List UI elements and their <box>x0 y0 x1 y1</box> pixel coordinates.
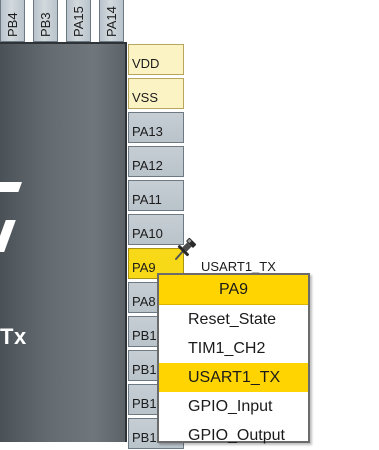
chip-logo-mark <box>0 182 22 192</box>
top-pin-label: PB3 <box>37 12 53 37</box>
pin-vdd[interactable]: VDD <box>128 44 184 75</box>
pin-pa13[interactable]: PA13 <box>128 112 184 143</box>
top-pin-label: PA15 <box>70 6 86 37</box>
pin-context-menu: PA9 Reset_State TIM1_CH2 USART1_TX GPIO_… <box>157 273 310 444</box>
top-pin-pb4[interactable]: PB4 <box>0 0 25 42</box>
pin-pa12[interactable]: PA12 <box>128 146 184 177</box>
pin-label: PA8 <box>132 294 156 309</box>
chip-name-label: Tx <box>0 324 27 349</box>
pushpin-icon[interactable] <box>172 234 200 262</box>
pin-signal-label: USART1_TX <box>201 259 276 274</box>
top-pin-label: PB4 <box>4 12 20 37</box>
menu-header: PA9 <box>159 275 308 305</box>
pin-vss[interactable]: VSS <box>128 78 184 109</box>
mcu-chip-body: Tx <box>0 42 127 442</box>
pin-label: VSS <box>132 90 159 105</box>
pin-label: PA13 <box>132 124 163 139</box>
menu-item-gpio-input[interactable]: GPIO_Input <box>159 392 308 421</box>
top-pin-pa14[interactable]: PA14 <box>99 0 124 42</box>
pin-pa11[interactable]: PA11 <box>128 180 184 211</box>
pin-label: PA9 <box>132 260 156 275</box>
menu-item-gpio-output[interactable]: GPIO_Output <box>159 421 308 450</box>
top-pin-label: PA14 <box>103 6 119 37</box>
top-pin-pa15[interactable]: PA15 <box>66 0 91 42</box>
pin-label: PA12 <box>132 158 163 173</box>
pin-label: PA11 <box>132 192 162 207</box>
top-pin-pb3[interactable]: PB3 <box>33 0 58 42</box>
pin-label: VDD <box>132 56 160 71</box>
chip-logo-mark <box>0 220 16 252</box>
pin-label: PA10 <box>132 226 163 241</box>
menu-item-tim1-ch2[interactable]: TIM1_CH2 <box>159 334 308 363</box>
menu-item-usart1-tx[interactable]: USART1_TX <box>159 363 308 392</box>
menu-item-reset-state[interactable]: Reset_State <box>159 305 308 334</box>
